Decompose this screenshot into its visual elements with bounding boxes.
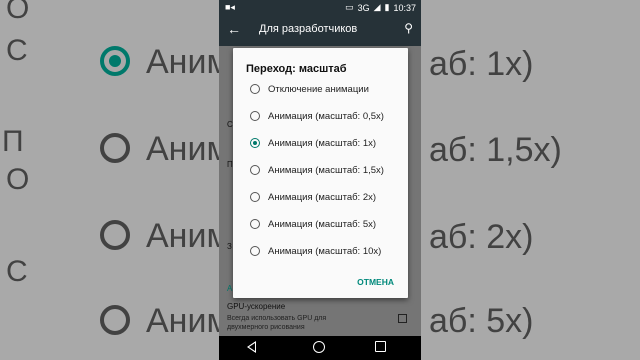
signal-icon: ◢ [373,2,381,12]
bg-fragment: С [6,255,28,288]
bg-row: Аним [0,33,219,93]
option-label: Анимация (масштаб: 1x) [268,137,377,149]
bg-right-text: аб: 2x) [429,218,534,256]
bg-right-text: аб: 1,5x) [429,131,562,169]
settings-fragment: С [227,120,233,129]
dialog-title: Переход: масштаб [246,63,347,75]
cancel-button[interactable]: ОТМЕНА [357,277,394,287]
option-label: Анимация (масштаб: 0,5x) [268,110,384,122]
bg-radio-checked [100,46,130,76]
background-left: О Аним С П Аним О Аним С Аним [0,0,219,360]
gpu-setting-row[interactable]: GPU-ускорение Всегда использовать GPU дл… [219,298,421,338]
option-1-5x[interactable]: Анимация (масштаб: 1,5x) [250,160,384,180]
navigation-bar [219,336,421,360]
bg-row-text: Аним [146,217,219,255]
radio-button[interactable] [250,111,260,121]
back-arrow-icon[interactable]: ← [227,21,241,37]
option-5x[interactable]: Анимация (масштаб: 5x) [250,214,376,234]
video-icon: ■◂ [225,2,235,12]
option-label: Анимация (масштаб: 10x) [268,245,382,257]
bg-radio [100,220,130,250]
clock: 10:37 [393,2,416,13]
option-label: Анимация (масштаб: 5x) [268,218,377,230]
option-off[interactable]: Отключение анимации [250,79,369,99]
gpu-setting-summary: Всегда использовать GPU для двухмерного … [227,315,327,331]
radio-button[interactable] [250,192,260,202]
option-label: Анимация (масштаб: 1,5x) [268,164,384,176]
nav-home-icon[interactable] [313,341,325,353]
nav-back-icon[interactable] [247,341,256,353]
bg-row: Аним [0,118,219,178]
bg-fragment: О [6,0,30,25]
background-right: аб: 1x) аб: 1,5x) аб: 2x) аб: 5x) [421,0,640,360]
option-1x[interactable]: Анимация (масштаб: 1x) [250,133,376,153]
option-0-5x[interactable]: Анимация (масштаб: 0,5x) [250,106,384,126]
option-label: Отключение анимации [268,83,369,95]
bg-row: Аним [0,205,219,265]
bg-fragment: С [6,34,28,67]
option-label: Анимация (масштаб: 2x) [268,191,377,203]
bg-row: Аним [0,290,219,350]
bg-radio [100,133,130,163]
transition-scale-dialog: Переход: масштаб Отключение анимации Ани… [233,48,408,298]
bg-radio [100,305,130,335]
radio-button[interactable] [250,165,260,175]
bg-row-text: Аним [146,43,219,81]
cast-icon: ▭ [345,2,354,12]
radio-button[interactable] [250,84,260,94]
settings-fragment: А [227,284,233,293]
settings-fragment: П [227,160,233,169]
app-bar: ← Для разработчиков ⚲ [219,14,421,46]
settings-fragment: З [227,242,232,251]
option-2x[interactable]: Анимация (масштаб: 2x) [250,187,376,207]
search-icon[interactable]: ⚲ [404,21,413,35]
bg-row-text: Аним [146,130,219,168]
option-10x[interactable]: Анимация (масштаб: 10x) [250,241,381,261]
bg-right-text: аб: 1x) [429,45,534,83]
radio-button[interactable] [250,246,260,256]
bg-fragment: О [6,163,30,196]
page-title: Для разработчиков [259,23,358,35]
status-bar: ■◂ ▭ 3G ◢ ▮ 10:37 [219,0,421,14]
bg-right-text: аб: 5x) [429,302,534,340]
battery-icon: ▮ [384,2,390,12]
radio-button[interactable] [250,219,260,229]
nav-recents-icon[interactable] [375,341,386,352]
gpu-checkbox[interactable] [398,314,407,323]
network-label: 3G [357,2,370,13]
gpu-setting-title: GPU-ускорение [227,302,286,311]
radio-button-selected[interactable] [250,138,260,148]
bg-row-text: Аним [146,302,219,340]
